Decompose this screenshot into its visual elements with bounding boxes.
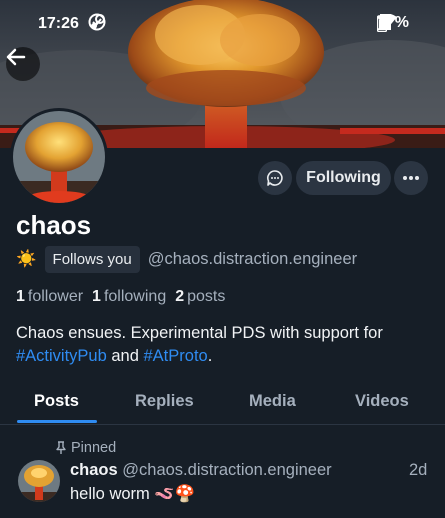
post-avatar[interactable] [18,460,60,502]
arrow-left-icon [6,48,26,66]
profile-handle: @chaos.distraction.engineer [147,250,358,268]
chat-bubble-icon [267,170,283,186]
tab-videos[interactable]: Videos [355,392,409,411]
following-stat[interactable]: 1 following [92,288,166,306]
avatar-image [13,111,105,203]
tab-replies[interactable]: Replies [135,392,194,411]
profile-avatar[interactable] [10,108,108,206]
handle-row: ☀️ Follows you @chaos.distraction.engine… [16,246,357,273]
hashtag-link[interactable]: #AtProto [144,347,208,365]
post-author-handle: @chaos.distraction.engineer [122,461,332,479]
posts-count: 2 [175,288,185,305]
pinned-indicator: Pinned [55,440,116,456]
status-emoji: ☀️ [16,250,37,268]
profile-stats: 1 follower 1 following 2 posts [16,288,225,306]
message-button[interactable] [258,161,292,195]
hashtag-link[interactable]: #ActivityPub [16,347,107,365]
post-avatar-image [18,460,60,502]
ellipsis-icon [403,176,419,180]
follows-you-badge: Follows you [44,246,140,273]
tab-posts[interactable]: Posts [34,392,79,411]
following-count: 1 [92,288,101,305]
bio-text: and [106,347,144,365]
pin-icon [56,441,66,454]
post-timestamp[interactable]: 2d [409,461,427,480]
following-label: following [103,288,167,305]
pinned-label: Pinned [71,440,117,456]
post-author[interactable]: chaos @chaos.distraction.engineer [70,461,332,480]
display-name: chaos [16,210,92,240]
posts-stat: 2 posts [175,288,225,306]
post-author-name: chaos [70,461,118,479]
followers-count: 1 [16,288,25,305]
tab-media[interactable]: Media [249,392,296,411]
followers-stat[interactable]: 1 follower [16,288,83,306]
steam-icon [91,14,105,29]
more-options-button[interactable] [394,161,428,195]
posts-label: posts [187,288,226,305]
bio-text: . [207,347,213,365]
post-text[interactable]: hello worm 🪱🍄 [70,485,195,504]
following-button[interactable]: Following [296,161,391,195]
status-time: 17:26 [38,15,79,32]
back-button[interactable] [6,47,40,81]
active-tab-indicator [17,420,97,423]
status-right-icons: 77% [376,14,409,32]
profile-bio: Chaos ensues. Experimental PDS with supp… [16,322,436,368]
followers-label: follower [27,288,84,305]
status-bar: 17:26 77% [0,0,445,48]
battery-icon [376,14,387,32]
bio-text: Chaos ensues. Experimental PDS with supp… [16,324,383,342]
profile-tabs: Posts Replies Media Videos [0,380,445,425]
